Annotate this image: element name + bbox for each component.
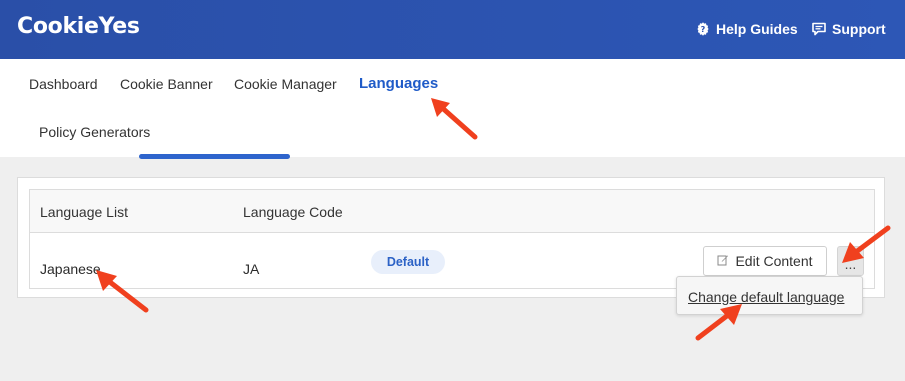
nav-item-cookie-manager[interactable]: Cookie Manager	[234, 76, 337, 92]
default-badge: Default	[371, 250, 445, 274]
nav-item-policy-generators[interactable]: Policy Generators	[39, 124, 150, 140]
edit-content-button[interactable]: Edit Content	[703, 246, 827, 276]
language-name: Japanese	[40, 261, 101, 277]
nav-item-dashboard[interactable]: Dashboard	[29, 76, 98, 92]
more-options-dropdown: Change default language	[676, 276, 863, 315]
support-chat-icon	[811, 21, 827, 37]
nav-item-languages[interactable]: Languages	[359, 75, 438, 92]
nav-item-cookie-banner[interactable]: Cookie Banner	[120, 76, 213, 92]
change-default-language-option[interactable]: Change default language	[688, 289, 844, 305]
help-guides-label: Help Guides	[716, 21, 798, 37]
logo[interactable]: CookieYes	[17, 14, 140, 39]
edit-content-label: Edit Content	[735, 253, 813, 269]
help-guides-link[interactable]: ? Help Guides	[695, 20, 798, 38]
support-label: Support	[832, 21, 886, 37]
svg-text:?: ?	[701, 25, 706, 34]
main-nav: Dashboard Cookie Banner Cookie Manager L…	[0, 59, 905, 157]
languages-table: Language List Language Code Japanese JA …	[29, 189, 875, 289]
help-guides-icon: ?	[695, 21, 711, 37]
column-header-language-list: Language List	[40, 204, 128, 220]
more-options-button[interactable]: ...	[837, 246, 864, 276]
language-code: JA	[243, 261, 260, 277]
edit-icon	[717, 253, 729, 269]
top-header: CookieYes ? Help Guides Support	[0, 0, 905, 59]
support-link[interactable]: Support	[811, 20, 886, 38]
active-tab-indicator	[139, 154, 290, 159]
column-header-language-code: Language Code	[243, 204, 343, 220]
table-header: Language List Language Code	[30, 190, 874, 233]
